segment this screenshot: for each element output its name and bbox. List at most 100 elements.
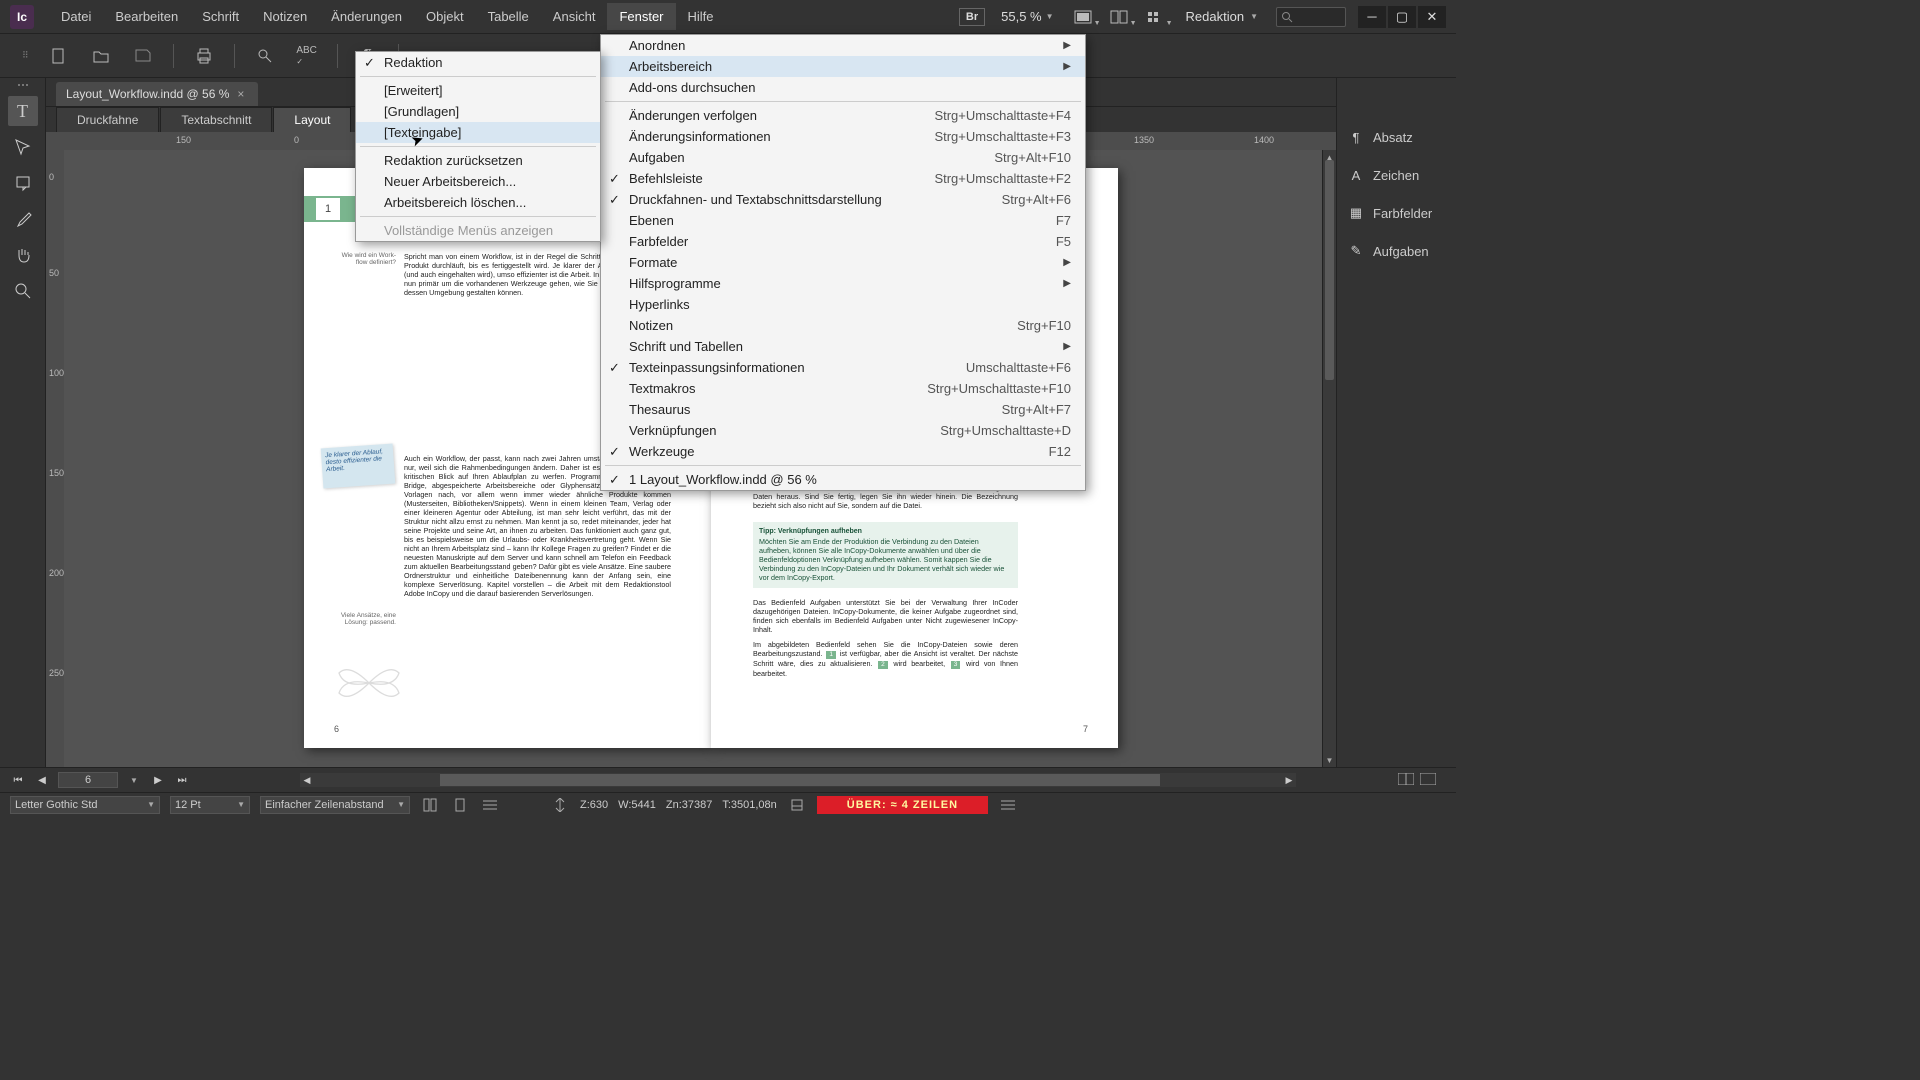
vertical-scrollbar[interactable]: ▲ ▼: [1322, 150, 1336, 767]
overset-indicator[interactable]: ÜBER: ≈ 4 ZEILEN: [817, 796, 988, 814]
menu-item[interactable]: Anordnen▶: [601, 35, 1085, 56]
menu-item[interactable]: WerkzeugeF12: [601, 441, 1085, 462]
menu-schrift[interactable]: Schrift: [190, 3, 251, 30]
menu-item[interactable]: VerknüpfungenStrg+Umschalttaste+D: [601, 420, 1085, 441]
menu-änderungen[interactable]: Änderungen: [319, 3, 414, 30]
open-button[interactable]: [89, 44, 113, 68]
view-tab-druckfahne[interactable]: Druckfahne: [56, 107, 159, 132]
font-size-dropdown[interactable]: 12 Pt▼: [170, 796, 250, 814]
help-search-input[interactable]: [1276, 7, 1346, 27]
menu-fenster[interactable]: Fenster: [607, 3, 675, 30]
menu-item[interactable]: Add-ons durchsuchen: [601, 77, 1085, 98]
close-tab-icon[interactable]: ×: [237, 87, 244, 101]
menu-item[interactable]: Neuer Arbeitsbereich...: [356, 171, 600, 192]
menu-bearbeiten[interactable]: Bearbeiten: [103, 3, 190, 30]
scroll-left-icon[interactable]: ◀: [300, 773, 314, 787]
menu-objekt[interactable]: Objekt: [414, 3, 476, 30]
page-number-input[interactable]: [58, 772, 118, 788]
panel-zeichen[interactable]: AZeichen: [1341, 156, 1452, 194]
butterfly-watermark: [334, 658, 404, 708]
type-tool[interactable]: T: [8, 96, 38, 126]
scroll-right-icon[interactable]: ▶: [1282, 773, 1296, 787]
font-family-dropdown[interactable]: Letter Gothic Std▼: [10, 796, 160, 814]
view-tab-textabschnitt[interactable]: Textabschnitt: [160, 107, 272, 132]
view-options-button[interactable]: [1142, 4, 1168, 30]
grip-icon: ⠿: [22, 50, 29, 61]
menu-item[interactable]: Änderungen verfolgenStrg+Umschalttaste+F…: [601, 105, 1085, 126]
zoom-dropdown[interactable]: 55,5 % ▼: [995, 9, 1059, 24]
arrange-documents-button[interactable]: [1106, 4, 1132, 30]
menu-item[interactable]: Hilfsprogramme▶: [601, 273, 1085, 294]
h-scroll-thumb[interactable]: [440, 774, 1160, 786]
menu-item[interactable]: [Erweitert]: [356, 80, 600, 101]
copyfit-icon[interactable]: [550, 796, 570, 814]
menu-tabelle[interactable]: Tabelle: [476, 3, 541, 30]
single-column-icon[interactable]: [450, 796, 470, 814]
menu-item[interactable]: BefehlsleisteStrg+Umschalttaste+F2: [601, 168, 1085, 189]
view-tab-layout[interactable]: Layout: [273, 107, 351, 132]
menu-item[interactable]: TexteinpassungsinformationenUmschalttast…: [601, 357, 1085, 378]
copyfit-progress-icon[interactable]: [787, 796, 807, 814]
menu-datei[interactable]: Datei: [49, 3, 103, 30]
menu-item[interactable]: Formate▶: [601, 252, 1085, 273]
prev-page-button[interactable]: ◀: [34, 775, 50, 786]
align-lines-icon[interactable]: [480, 796, 500, 814]
hand-tool[interactable]: [8, 240, 38, 270]
menu-item[interactable]: AufgabenStrg+Alt+F10: [601, 147, 1085, 168]
position-tool[interactable]: [8, 132, 38, 162]
view-toggle-icon[interactable]: [1420, 773, 1436, 788]
menu-item[interactable]: ÄnderungsinformationenStrg+Umschalttaste…: [601, 126, 1085, 147]
menu-item[interactable]: Arbeitsbereich löschen...: [356, 192, 600, 213]
menu-item[interactable]: Druckfahnen- und Textabschnittsdarstellu…: [601, 189, 1085, 210]
chevron-down-icon: ▼: [1046, 12, 1054, 21]
panel-farbfelder[interactable]: ▦Farbfelder: [1341, 194, 1452, 232]
workspace-switcher[interactable]: Redaktion ▼: [1178, 9, 1266, 24]
menu-hilfe[interactable]: Hilfe: [676, 3, 726, 30]
horizontal-scrollbar[interactable]: ◀ ▶: [300, 773, 1296, 787]
menu-item[interactable]: 1 Layout_Workflow.indd @ 56 %: [601, 469, 1085, 490]
first-page-button[interactable]: ⏮: [10, 775, 26, 786]
columns-icon[interactable]: [420, 796, 440, 814]
search-icon: [1281, 11, 1293, 23]
find-button[interactable]: [253, 44, 277, 68]
menu-ansicht[interactable]: Ansicht: [541, 3, 608, 30]
next-page-button[interactable]: ▶: [150, 775, 166, 786]
print-button[interactable]: [192, 44, 216, 68]
menu-item[interactable]: EbenenF7: [601, 210, 1085, 231]
menu-item[interactable]: [Grundlagen]: [356, 101, 600, 122]
menu-lines-icon[interactable]: [998, 796, 1018, 814]
last-page-button[interactable]: ⏭: [174, 775, 190, 786]
menu-item[interactable]: Redaktion zurücksetzen: [356, 150, 600, 171]
menu-item[interactable]: [Texteingabe]: [356, 122, 600, 143]
menu-item[interactable]: Hyperlinks: [601, 294, 1085, 315]
panel-absatz[interactable]: ¶Absatz: [1341, 118, 1452, 156]
menu-item[interactable]: Arbeitsbereich▶: [601, 56, 1085, 77]
save-button[interactable]: [131, 44, 155, 68]
scroll-thumb[interactable]: [1325, 160, 1334, 380]
submenu-arrow-icon: ▶: [1063, 40, 1071, 51]
menu-item[interactable]: TextmakrosStrg+Umschalttaste+F10: [601, 378, 1085, 399]
menu-item[interactable]: Schrift und Tabellen▶: [601, 336, 1085, 357]
scroll-down-icon[interactable]: ▼: [1323, 753, 1336, 767]
screen-mode-button[interactable]: [1070, 4, 1096, 30]
page-dropdown-button[interactable]: ▼: [126, 776, 142, 785]
menu-item[interactable]: NotizenStrg+F10: [601, 315, 1085, 336]
leading-dropdown[interactable]: Einfacher Zeilenabstand▼: [260, 796, 410, 814]
new-doc-button[interactable]: [47, 44, 71, 68]
zoom-tool[interactable]: [8, 276, 38, 306]
menu-notizen[interactable]: Notizen: [251, 3, 319, 30]
maximize-button[interactable]: ▢: [1388, 6, 1416, 28]
spellcheck-button[interactable]: ABC✓: [295, 44, 319, 68]
note-tool[interactable]: [8, 168, 38, 198]
eyedropper-tool[interactable]: [8, 204, 38, 234]
menu-item[interactable]: ThesaurusStrg+Alt+F7: [601, 399, 1085, 420]
document-tab[interactable]: Layout_Workflow.indd @ 56 % ×: [56, 82, 258, 106]
menu-item[interactable]: Redaktion: [356, 52, 600, 73]
panel-aufgaben[interactable]: ✎Aufgaben: [1341, 232, 1452, 270]
minimize-button[interactable]: ─: [1358, 6, 1386, 28]
bridge-button[interactable]: Br: [959, 8, 985, 26]
close-button[interactable]: ✕: [1418, 6, 1446, 28]
split-view-icon[interactable]: [1398, 773, 1414, 788]
menu-item[interactable]: FarbfelderF5: [601, 231, 1085, 252]
menu-bar: Ic DateiBearbeitenSchriftNotizenÄnderung…: [0, 0, 1456, 34]
